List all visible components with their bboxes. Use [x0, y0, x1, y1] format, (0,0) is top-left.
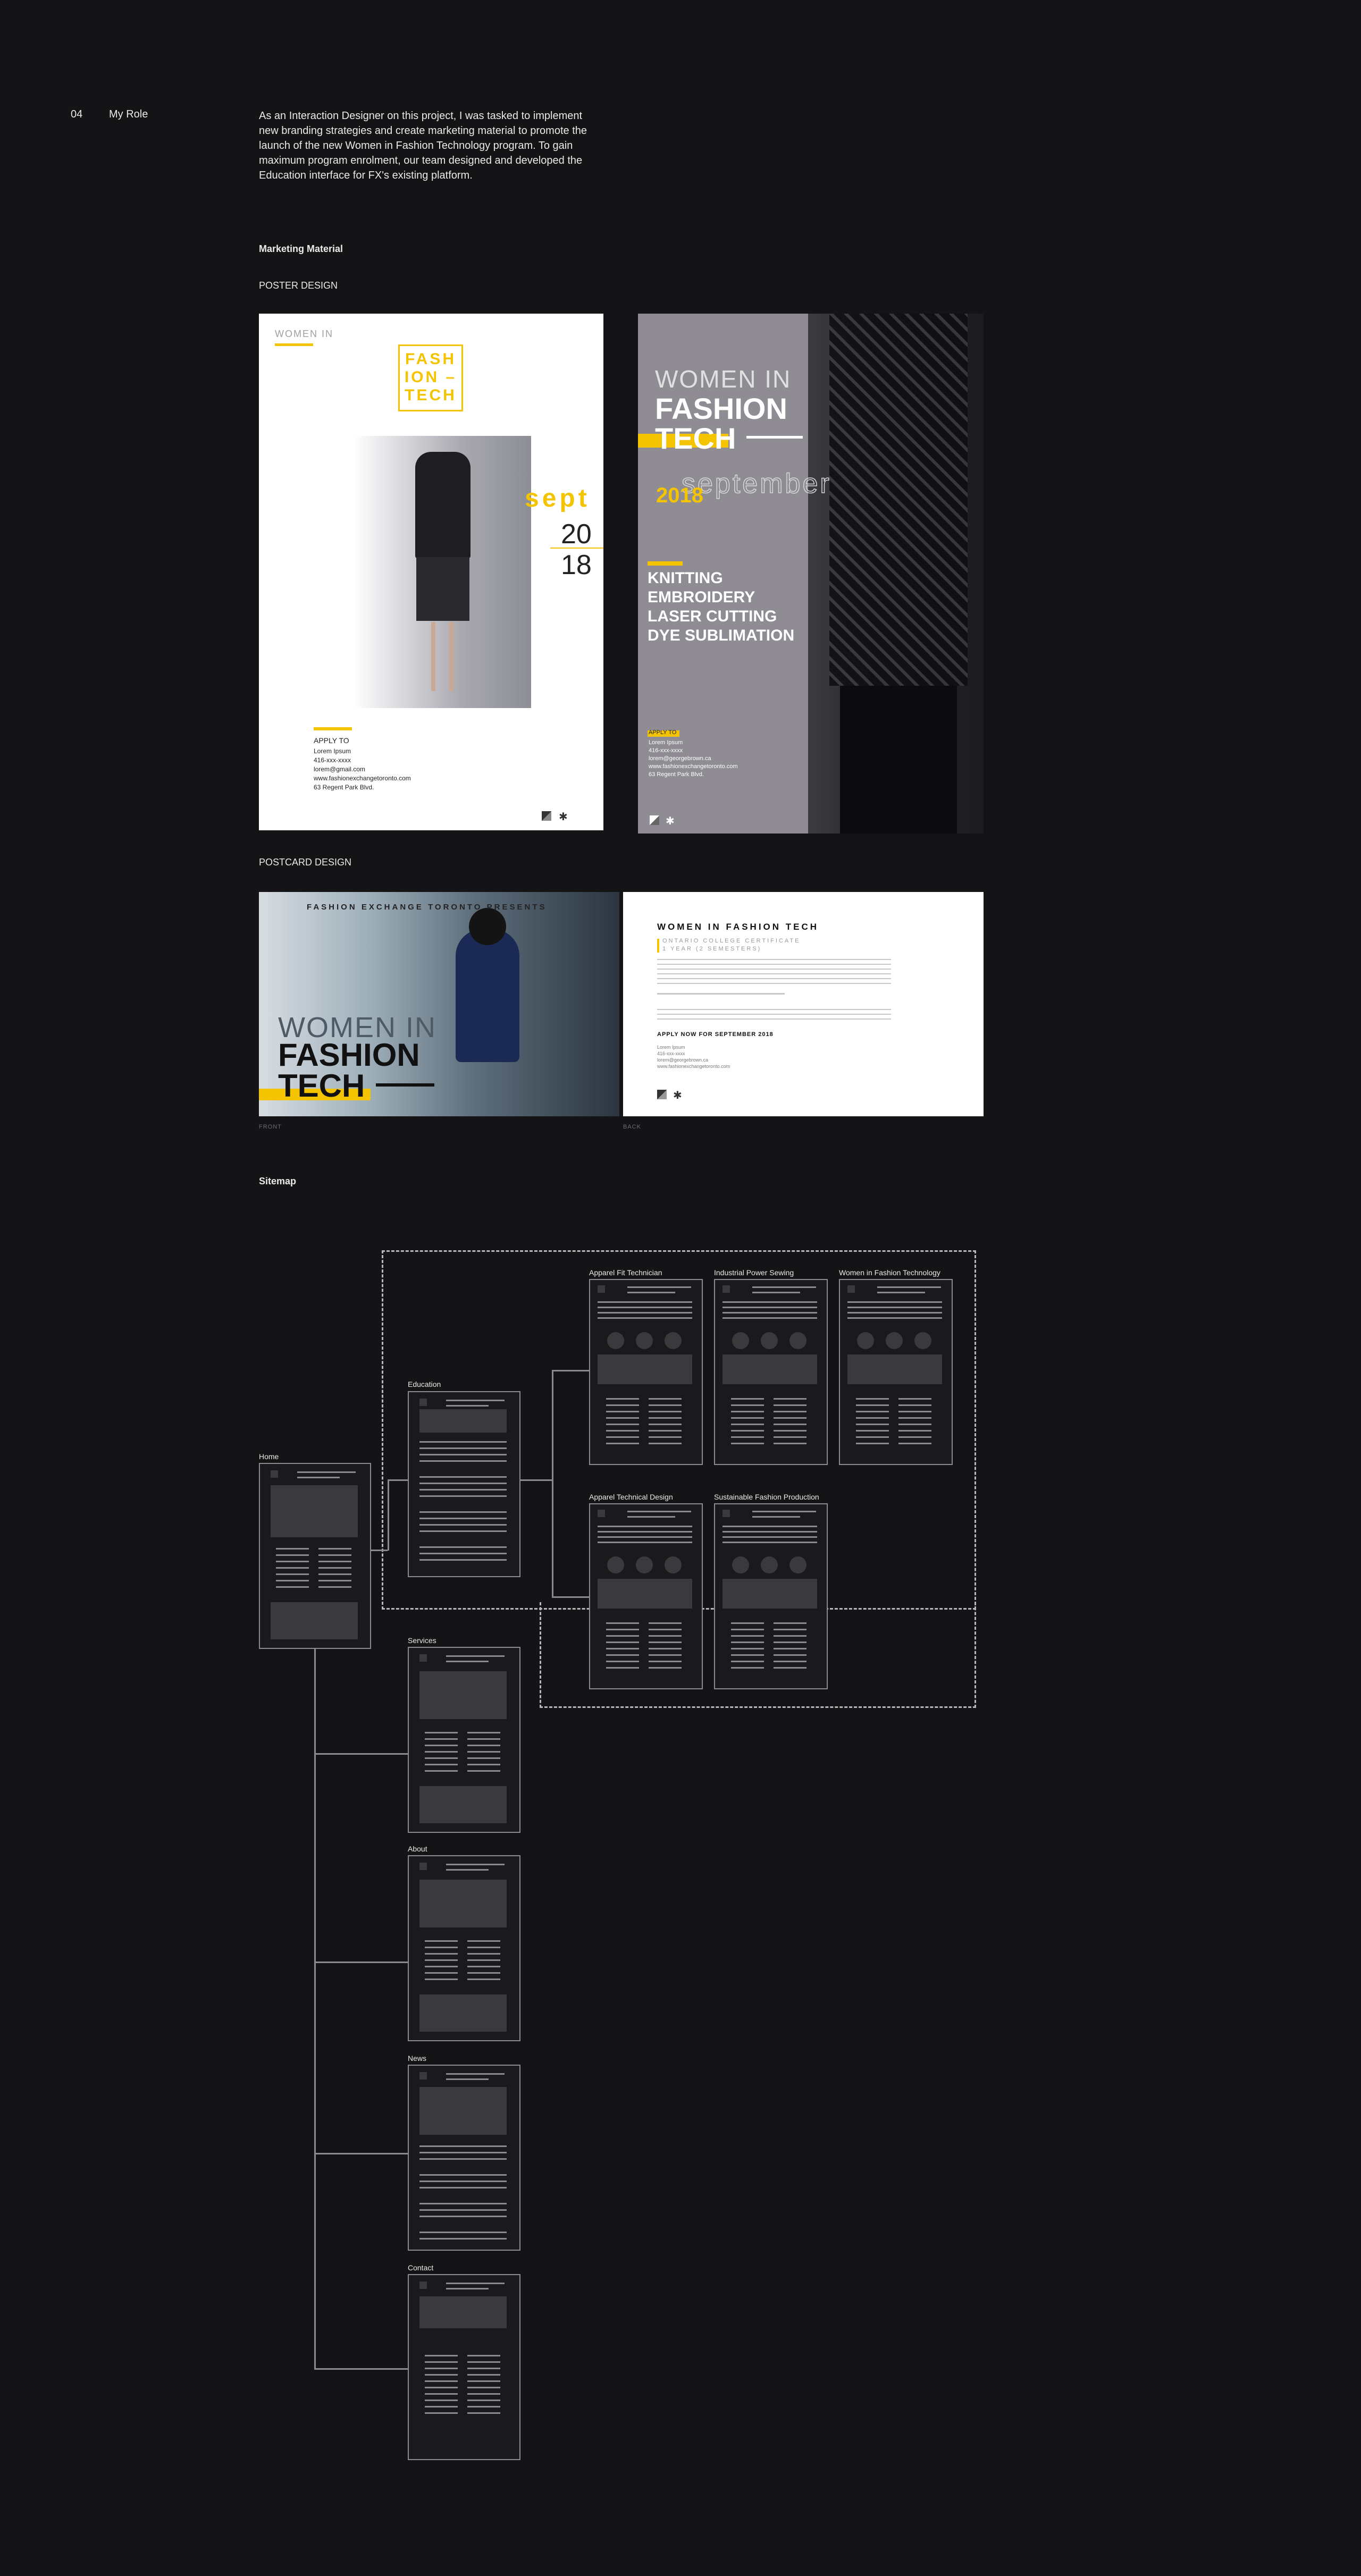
wireframe-apparel-fit	[589, 1279, 703, 1465]
woman-figure	[456, 929, 519, 1062]
fx-logo-icon	[657, 1090, 667, 1099]
college-logo-icon: ✱	[673, 1090, 682, 1101]
postcard-back: WOMEN IN FASHION TECH ONTARIO COLLEGE CE…	[623, 892, 984, 1116]
poster1-women-in: WOMEN IN	[275, 329, 333, 339]
back-contact: Lorem Ipsum 416-xxx-xxxx lorem@georgebrown…	[657, 1045, 730, 1069]
wireframe-industrial-sewing	[714, 1279, 828, 1465]
fx-logo-icon	[650, 815, 659, 825]
wireframe-women-fashion-tech	[839, 1279, 953, 1465]
skills-list: KNITTING EMBROIDERY LASER CUTTING DYE SUBLI…	[648, 569, 795, 644]
poster2-year: 2018	[656, 484, 703, 507]
college-logo-icon: ✱	[559, 811, 568, 823]
poster2-women-in: WOMEN IN	[655, 365, 792, 393]
pc-tech: TECH	[278, 1068, 365, 1104]
sitemap-label-apparel-tech: Apparel Technical Design	[589, 1493, 673, 1501]
year-top: 20	[561, 519, 592, 550]
accent-bar	[648, 561, 683, 566]
poster1-contact: Lorem Ipsum 416-xxx-xxxx lorem@gmail.com ww…	[314, 747, 411, 791]
wireframe-education	[408, 1391, 520, 1577]
wireframe-about	[408, 1855, 520, 2041]
connector	[314, 1647, 316, 2370]
wireframe-news	[408, 2065, 520, 2251]
wireframe-sustainable	[714, 1503, 828, 1689]
wireframe-home	[259, 1463, 371, 1649]
year-bottom: 18	[561, 550, 592, 580]
poster-white: WOMEN IN FASH ION – TECH sept 20 18 APPL…	[259, 314, 603, 830]
accent-bar	[314, 727, 352, 730]
poster-heading: POSTER DESIGN	[259, 280, 338, 291]
back-caption: BACK	[623, 1124, 641, 1130]
presents-text: FASHION EXCHANGE TORONTO PRESENTS	[307, 903, 547, 912]
sitemap-label-about: About	[408, 1845, 427, 1853]
fashion-tech-logo: FASH ION – TECH	[398, 344, 463, 411]
sitemap-label-education: Education	[408, 1380, 441, 1388]
sitemap-label-contact: Contact	[408, 2263, 434, 2272]
section-title: My Role	[109, 108, 148, 120]
sitemap-label-apparel-fit: Apparel Fit Technician	[589, 1268, 662, 1277]
sitemap-label-services: Services	[408, 1636, 436, 1645]
fx-logo-icon	[542, 811, 551, 821]
back-subtitle-2: 1 YEAR (2 SEMESTERS)	[662, 946, 762, 952]
wireframe-apparel-technical	[589, 1503, 703, 1689]
poster1-apply: APPLY TO	[314, 736, 349, 745]
section-number: 04	[71, 108, 83, 120]
sitemap-label-sustainable: Sustainable Fashion Production	[714, 1493, 819, 1501]
sitemap-heading: Sitemap	[259, 1176, 297, 1186]
wireframe-contact	[408, 2274, 520, 2460]
sitemap-label-women-ft: Women in Fashion Technology	[839, 1268, 940, 1277]
wireframe-services	[408, 1647, 520, 1833]
sitemap-label-news: News	[408, 2054, 427, 2063]
poster2-contact: Lorem Ipsum 416-xxx-xxxx lorem@georgebrown…	[649, 739, 738, 778]
intro-paragraph: As an Interaction Designer on this proje…	[259, 110, 587, 181]
postcard-heading: POSTCARD DESIGN	[259, 857, 352, 868]
body-text-lines	[657, 959, 891, 986]
marketing-heading: Marketing Material	[259, 243, 343, 254]
model-photo	[354, 436, 531, 708]
front-caption: FRONT	[259, 1124, 282, 1130]
postcard-front: FASHION EXCHANGE TORONTO PRESENTS WOMEN …	[259, 892, 619, 1116]
sept-text: sept	[525, 484, 590, 512]
back-title: WOMEN IN FASHION TECH	[657, 922, 819, 932]
september-text: september	[681, 468, 831, 500]
back-apply: APPLY NOW FOR SEPTEMBER 2018	[657, 1031, 774, 1038]
poster-gray: WOMEN IN FASHION TECH september 2018 KNI…	[638, 314, 984, 834]
sitemap-label-home: Home	[259, 1452, 279, 1461]
back-subtitle-1: ONTARIO COLLEGE CERTIFICATE	[662, 938, 801, 944]
poster2-tech: TECH	[655, 422, 736, 455]
sitemap-label-industrial: Industrial Power Sewing	[714, 1268, 794, 1277]
college-logo-icon: ✱	[666, 815, 675, 827]
accent-bar	[275, 343, 313, 346]
poster2-apply: APPLY TO	[649, 729, 677, 736]
dress-photo	[808, 314, 984, 834]
